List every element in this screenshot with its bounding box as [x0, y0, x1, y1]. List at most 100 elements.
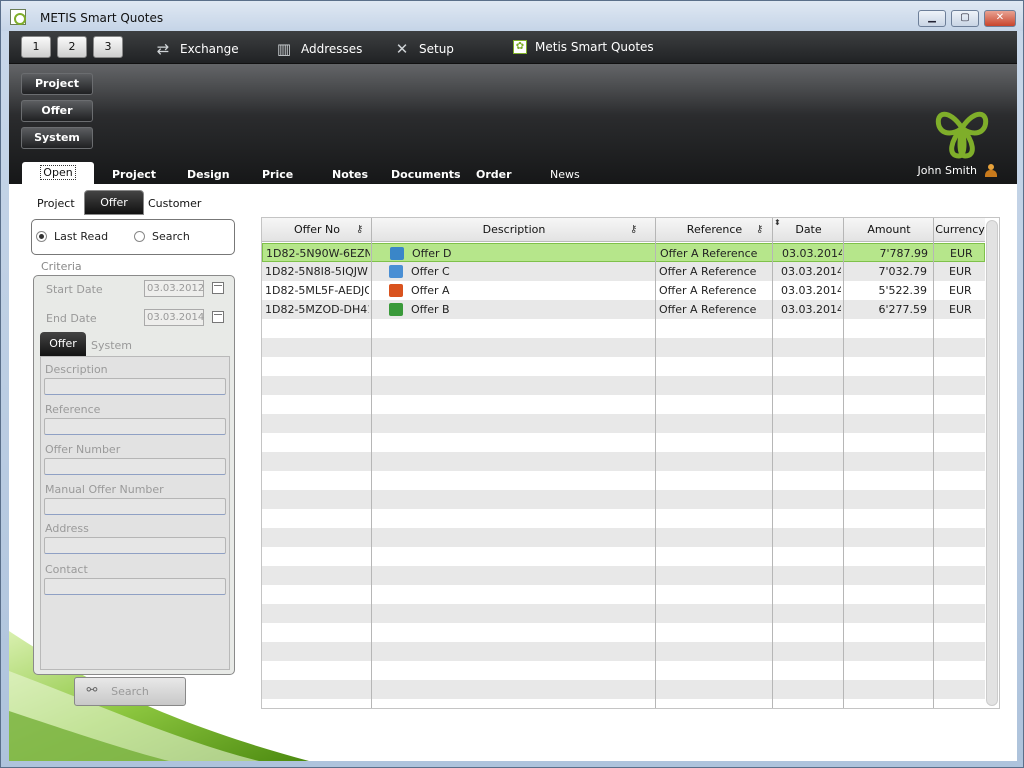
tab-price[interactable]: Price: [262, 168, 293, 181]
tab-design[interactable]: Design: [187, 168, 230, 181]
cell-currency: EUR: [949, 284, 972, 297]
end-date-calendar-icon[interactable]: [212, 311, 224, 323]
view-1-button[interactable]: 1: [21, 36, 51, 58]
addresses-button[interactable]: ▥ Addresses: [275, 40, 363, 58]
inner-tab-system[interactable]: System: [91, 339, 132, 352]
offer-criteria-fields: Description Reference Offer Number Manua…: [40, 356, 230, 670]
contact-field[interactable]: [44, 578, 226, 595]
sort-icon: ⬍: [774, 218, 781, 227]
app-logo-icon: [10, 9, 26, 25]
user-info[interactable]: John Smith: [918, 164, 997, 177]
col-divider: [933, 218, 934, 708]
col-offer-no-label: Offer No: [294, 223, 340, 236]
offer-number-field[interactable]: [44, 458, 226, 475]
user-icon: [985, 164, 997, 177]
cell-reference: Offer A Reference: [659, 265, 757, 278]
view-3-button[interactable]: 3: [93, 36, 123, 58]
cell-description: Offer C: [411, 265, 450, 278]
col-date-label: Date: [795, 223, 822, 236]
exchange-label: Exchange: [180, 42, 239, 56]
close-button[interactable]: ✕: [984, 10, 1016, 27]
subtab-project[interactable]: Project: [37, 197, 75, 210]
offer-side-button[interactable]: Offer: [21, 100, 93, 122]
cell-amount: 7'032.79: [878, 265, 927, 278]
last-read-radio[interactable]: Last Read: [36, 230, 108, 243]
view-2-button[interactable]: 2: [57, 36, 87, 58]
start-date-field[interactable]: 03.03.2012: [144, 280, 204, 297]
end-date-label: End Date: [46, 312, 97, 325]
app-window: METIS Smart Quotes ▁ ▢ ✕ 1 2 3 ⇄ Exchang…: [0, 0, 1024, 768]
end-date-field[interactable]: 03.03.2014: [144, 309, 204, 326]
vertical-scrollbar[interactable]: [986, 220, 998, 706]
tab-open-label: Open: [40, 165, 76, 180]
search-button[interactable]: ⚯ Search: [74, 677, 186, 706]
setup-button[interactable]: ✕ Setup: [393, 40, 454, 58]
col-reference[interactable]: Reference ⚷: [656, 218, 773, 242]
tab-documents[interactable]: Documents: [391, 168, 461, 181]
cell-currency: EUR: [949, 303, 972, 316]
metis-icon: ✿: [513, 40, 527, 54]
cell-reference: Offer A Reference: [659, 284, 757, 297]
col-description[interactable]: Description ⚷: [372, 218, 656, 242]
start-date-label: Start Date: [46, 283, 103, 296]
title-bar[interactable]: METIS Smart Quotes ▁ ▢ ✕: [1, 1, 1023, 31]
tab-order[interactable]: Order: [476, 168, 512, 181]
minimize-button[interactable]: ▁: [918, 10, 946, 27]
filter-key-icon[interactable]: ⚷: [630, 218, 637, 242]
description-field[interactable]: [44, 378, 226, 395]
client-area: 1 2 3 ⇄ Exchange ▥ Addresses ✕ Setup ✿ M…: [9, 31, 1017, 761]
offers-grid: Offer No ⚷ Description ⚷ Reference ⚷ Dat…: [261, 217, 1000, 709]
col-divider: [655, 218, 656, 708]
read-mode-group: Last Read Search: [31, 219, 235, 255]
binoculars-icon: ⚯: [86, 683, 98, 698]
user-name: John Smith: [917, 164, 977, 177]
col-divider: [772, 218, 773, 708]
offer-icon: [389, 265, 403, 278]
search-radio[interactable]: Search: [134, 230, 190, 243]
project-side-button[interactable]: Project: [21, 73, 93, 95]
filter-key-icon[interactable]: ⚷: [356, 218, 363, 242]
maximize-button[interactable]: ▢: [951, 10, 979, 27]
reference-label: Reference: [45, 403, 101, 416]
address-field[interactable]: [44, 537, 226, 554]
metis-smart-quotes-button[interactable]: ✿ Metis Smart Quotes: [513, 40, 654, 54]
tab-project[interactable]: Project: [112, 168, 156, 181]
search-radio-label: Search: [152, 230, 190, 243]
exchange-button[interactable]: ⇄ Exchange: [154, 40, 239, 58]
radio-selected-icon: [36, 231, 47, 242]
cell-description: Offer D: [412, 247, 452, 260]
inner-tab-offer[interactable]: Offer: [40, 332, 86, 357]
cell-date: 03.03.2014: [782, 247, 842, 260]
cell-date: 03.03.2014: [781, 284, 841, 297]
system-side-button[interactable]: System: [21, 127, 93, 149]
col-date[interactable]: Date ⬍: [773, 218, 844, 242]
col-offer-no[interactable]: Offer No ⚷: [262, 218, 372, 242]
start-date-calendar-icon[interactable]: [212, 282, 224, 294]
offer-icon: [390, 247, 404, 260]
setup-label: Setup: [419, 42, 454, 56]
col-divider: [371, 218, 372, 708]
offer-number-label: Offer Number: [45, 443, 121, 456]
setup-icon: ✕: [395, 40, 409, 58]
cell-amount: 6'277.59: [878, 303, 927, 316]
col-currency[interactable]: Currency: [934, 218, 986, 242]
cell-offer-no: 1D82-5ML5F-AEDJO: [265, 284, 369, 297]
addresses-icon: ▥: [276, 40, 292, 58]
radio-empty-icon: [134, 231, 145, 242]
criteria-panel: Start Date 03.03.2012 End Date 03.03.201…: [33, 275, 235, 675]
col-reference-label: Reference: [686, 223, 743, 236]
manual-offer-number-field[interactable]: [44, 498, 226, 515]
subtab-customer[interactable]: Customer: [148, 197, 201, 210]
reference-field[interactable]: [44, 418, 226, 435]
cell-reference: Offer A Reference: [660, 247, 758, 260]
cell-offer-no: 1D82-5N90W-6EZNW: [266, 247, 370, 260]
cell-amount: 7'787.99: [879, 247, 928, 260]
tab-open[interactable]: Open: [22, 162, 94, 184]
filter-key-icon[interactable]: ⚷: [756, 218, 763, 242]
col-amount[interactable]: Amount: [844, 218, 934, 242]
tab-notes[interactable]: Notes: [332, 168, 368, 181]
tab-news[interactable]: News: [550, 168, 580, 181]
offer-icon: [389, 284, 403, 297]
metis-logo-icon: [935, 111, 989, 159]
subtab-offer[interactable]: Offer: [84, 190, 144, 215]
